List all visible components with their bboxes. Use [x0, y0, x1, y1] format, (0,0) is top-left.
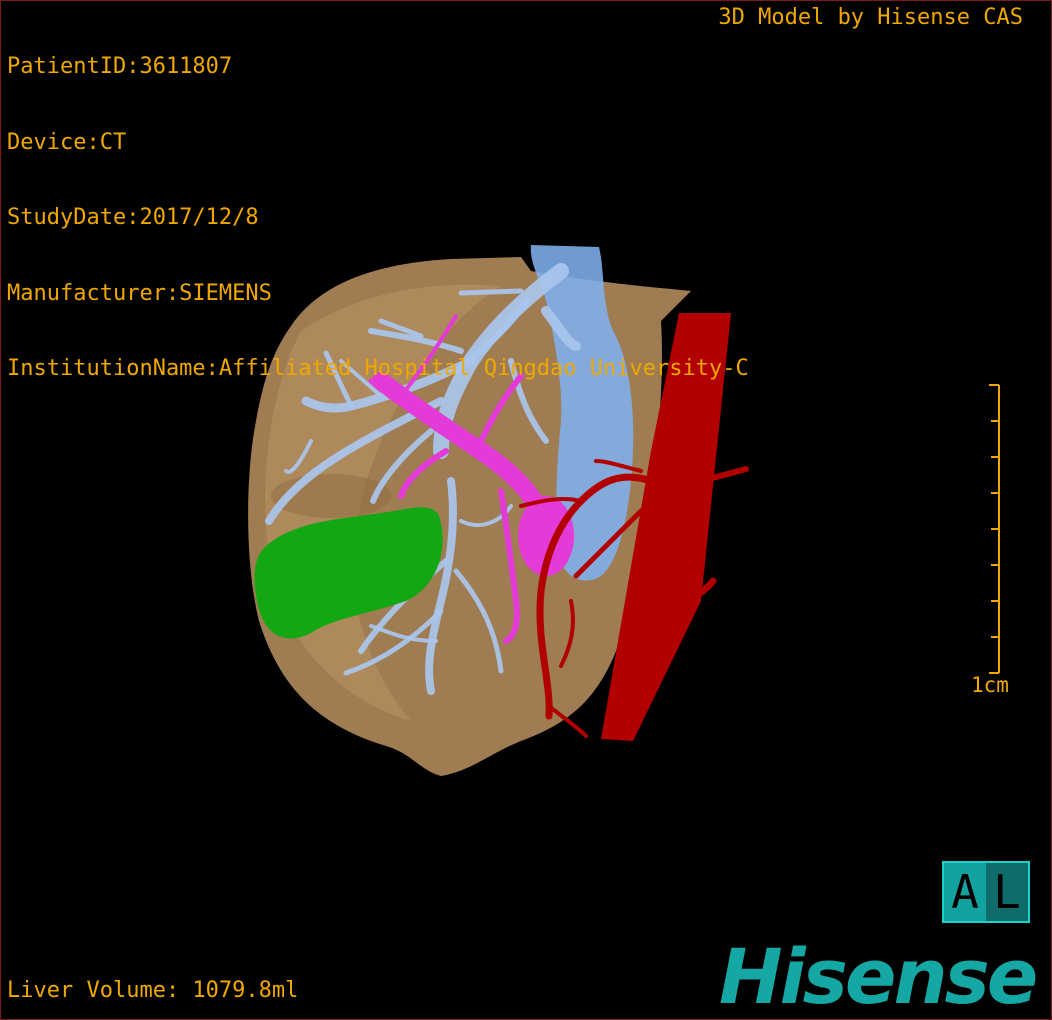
device-label: Device:CT [7, 129, 127, 155]
orientation-indicator[interactable]: A L [942, 861, 1030, 923]
orientation-label-left: L [986, 863, 1028, 921]
patient-id-label: PatientID:3611807 [7, 54, 233, 79]
orientation-label-anterior: A [944, 863, 986, 921]
hisense-logo: Hisense [719, 932, 1038, 1020]
liver-volume-label: Liver Volume: 1079.8ml [7, 978, 299, 1003]
institution-label: InstitutionName:Affiliated Hospital Qing… [7, 356, 749, 381]
study-date-label: StudyDate:2017/12/8 [7, 205, 259, 230]
render-viewport[interactable]: PatientID:3611807 Device:CT StudyDate:20… [0, 0, 1052, 1020]
manufacturer-label: Manufacturer:SIEMENS [7, 280, 272, 306]
model-credit-label: 3D Model by Hisense CAS [718, 5, 1023, 30]
study-info-overlay: PatientID:3611807 Device:CT StudyDate:20… [7, 4, 749, 432]
scale-label: 1cm [971, 673, 1009, 697]
